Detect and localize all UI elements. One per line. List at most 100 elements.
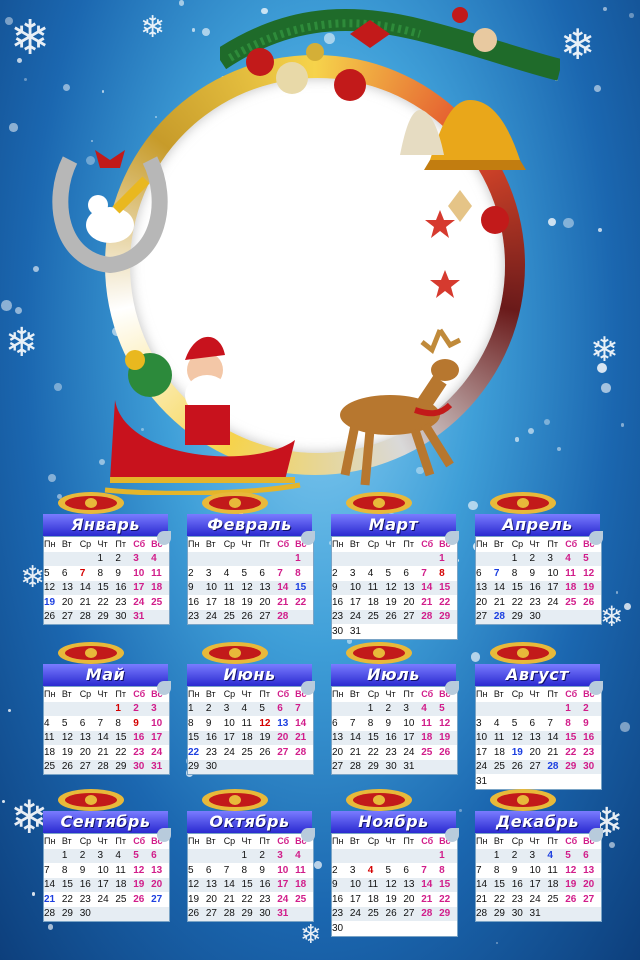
month-title: Май (43, 664, 168, 686)
snowflake-icon: ❄ (140, 10, 166, 45)
day-cell (565, 609, 584, 624)
day-cell: 22 (439, 892, 457, 907)
day-cell (385, 551, 404, 566)
day-cell (241, 551, 260, 566)
day-cell: 4 (547, 848, 566, 863)
day-cell: 13 (277, 716, 296, 731)
day-cell (349, 551, 368, 566)
day-cell: 19 (439, 730, 457, 745)
snow-dot (629, 13, 634, 19)
day-cell: 12 (385, 877, 404, 892)
day-cell (332, 701, 350, 716)
weekday-header: Пн (332, 687, 350, 702)
day-cell: 1 (241, 848, 260, 863)
day-cell: 22 (241, 892, 260, 907)
day-cell: 1 (565, 701, 584, 716)
day-cell: 9 (133, 716, 152, 731)
weekday-header: Пт (115, 834, 134, 849)
day-cell: 2 (133, 701, 152, 716)
day-cell: 25 (295, 892, 313, 907)
snow-dot (623, 603, 631, 611)
month-7: Июль Пн Вт Ср Чт Пт Сб Вс 1 2 3 4 5 6 7 8 9 10 11 12 13 14 15 1… (326, 640, 459, 788)
snowflake-icon: ❄ (560, 20, 596, 69)
day-cell: 16 (205, 730, 224, 745)
day-cell: 5 (583, 551, 601, 566)
day-cell: 10 (349, 580, 368, 595)
day-cell: 9 (332, 580, 350, 595)
day-cell: 27 (583, 892, 601, 907)
day-cell: 5 (511, 716, 530, 731)
snow-dot (1, 799, 6, 804)
day-cell: 29 (511, 609, 530, 624)
snow-dot (600, 383, 611, 394)
day-cell: 13 (583, 863, 601, 878)
day-cell: 4 (565, 551, 584, 566)
day-cell: 21 (547, 745, 566, 760)
day-cell: 18 (493, 745, 512, 760)
day-cell: 29 (565, 759, 584, 774)
day-cell: 23 (259, 892, 278, 907)
day-cell: 3 (349, 566, 368, 581)
day-cell: 24 (476, 759, 494, 774)
weekday-header: Пн (44, 537, 62, 552)
day-cell (421, 759, 440, 774)
day-cell: 23 (133, 745, 152, 760)
day-cell: 8 (439, 566, 457, 581)
day-cell: 25 (421, 745, 440, 760)
day-cell: 28 (493, 609, 512, 624)
day-cell: 23 (529, 595, 548, 610)
day-cell: 17 (349, 595, 368, 610)
month-title: Июнь (187, 664, 312, 686)
day-cell: 26 (259, 745, 278, 760)
month-days-grid: Пн Вт Ср Чт Пт Сб Вс 1 2 3 4 5 6 7 8 9 10 11 12 13 14 15 16 17 1… (331, 531, 459, 640)
day-cell: 13 (332, 730, 350, 745)
day-cell: 17 (151, 730, 169, 745)
day-cell (277, 759, 296, 774)
day-cell: 8 (188, 716, 206, 731)
snow-dot (496, 941, 499, 945)
day-cell: 7 (97, 716, 116, 731)
day-cell: 14 (547, 730, 566, 745)
day-cell: 18 (421, 730, 440, 745)
month-days-grid: Пн Вт Ср Чт Пт Сб Вс 1 2 3 4 5 6 7 8 9 10 11 12 13 14 15 16 17 1… (475, 531, 603, 625)
day-cell: 16 (529, 580, 548, 595)
day-cell: 11 (565, 566, 584, 581)
day-cell: 31 (133, 609, 152, 624)
day-cell: 6 (583, 848, 601, 863)
day-cell: 10 (547, 566, 566, 581)
day-cell: 9 (259, 863, 278, 878)
day-cell: 21 (421, 595, 440, 610)
day-cell (421, 551, 440, 566)
ribbon-bow-icon (346, 492, 412, 514)
weekday-header: Пн (476, 834, 494, 849)
page-curl (301, 681, 315, 695)
weekday-header: Пт (259, 834, 278, 849)
day-cell: 10 (205, 580, 224, 595)
day-cell: 9 (115, 566, 134, 581)
snow-dot (458, 808, 463, 812)
page-curl (589, 681, 603, 695)
day-cell: 23 (205, 745, 224, 760)
day-cell: 7 (547, 716, 566, 731)
day-cell: 4 (493, 716, 512, 731)
day-cell (439, 759, 457, 774)
day-cell: 5 (241, 566, 260, 581)
weekday-header: Пн (44, 834, 62, 849)
month-4: Апрель Пн Вт Ср Чт Пт Сб Вс 1 2 3 4 5 6 7 8 9 10 11 12 13 14 1… (470, 490, 603, 638)
weekday-header: Пн (476, 537, 494, 552)
day-cell (61, 701, 80, 716)
day-cell: 11 (295, 863, 313, 878)
day-cell: 17 (403, 730, 422, 745)
day-cell: 3 (151, 701, 169, 716)
day-cell: 21 (97, 745, 116, 760)
day-cell: 26 (241, 609, 260, 624)
weekday-header: Сб (277, 834, 296, 849)
day-cell: 4 (367, 863, 386, 878)
snow-dot (314, 861, 323, 870)
snow-dot (31, 892, 36, 896)
day-cell: 28 (277, 609, 296, 624)
day-cell (151, 609, 169, 624)
weekday-header: Ср (223, 537, 242, 552)
day-cell (115, 906, 134, 921)
day-cell (349, 701, 368, 716)
